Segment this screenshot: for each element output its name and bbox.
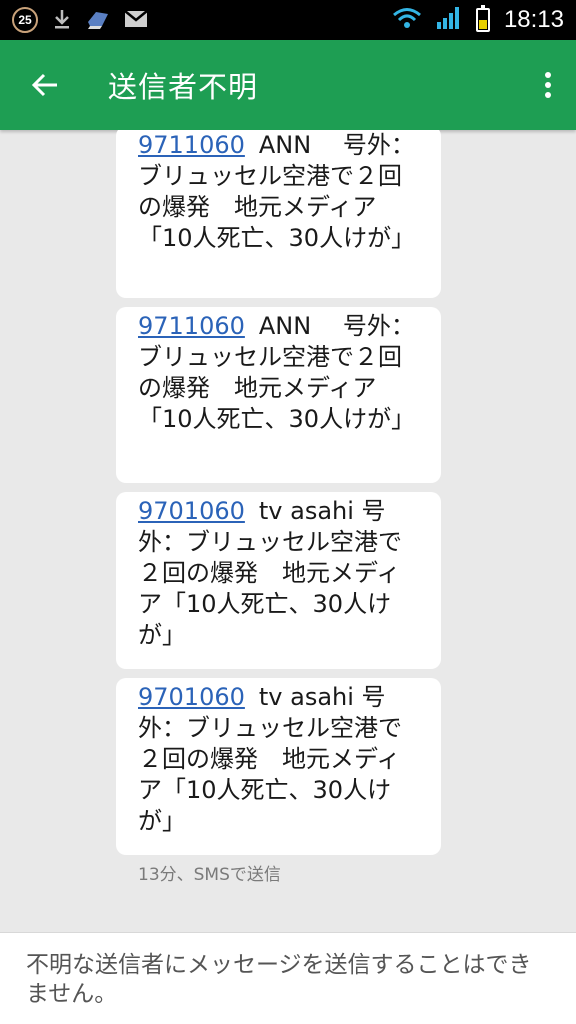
message-bubble[interactable]: 9711060 ANN 号外：ブリュッセル空港で２回の爆発 地元メディア「10人死…: [116, 307, 441, 483]
sender-number-link[interactable]: 9711060: [138, 312, 245, 340]
back-arrow-icon: [31, 73, 57, 97]
status-right: 18:13: [392, 5, 564, 34]
message-list[interactable]: 9711060 ANN 号外：ブリュッセル空港で２回の爆発 地元メディア「10人死…: [0, 130, 576, 932]
battery-icon: [475, 5, 490, 32]
more-vert-dot: [545, 92, 551, 98]
conversation-title: 送信者不明: [108, 70, 259, 104]
notification-count-badge: 25: [12, 7, 38, 33]
message-bubble[interactable]: 9701060 tv asahi 号外：ブリュッセル空港で２回の爆発 地元メディア…: [116, 678, 441, 855]
sender-number-link[interactable]: 9701060: [138, 497, 245, 525]
back-button[interactable]: [0, 40, 90, 130]
more-vert-icon: [545, 72, 551, 78]
message-timestamp: 13分、SMSで送信: [138, 865, 281, 885]
cannot-reply-notice: 不明な送信者にメッセージを送信することはできません。: [0, 932, 576, 1024]
overflow-menu-button[interactable]: [520, 40, 576, 130]
sender-number-link[interactable]: 9711060: [138, 131, 245, 159]
gmail-icon: [124, 9, 148, 32]
message-bubble[interactable]: 9701060 tv asahi 号外：ブリュッセル空港で２回の爆発 地元メディア…: [116, 492, 441, 669]
app-bar: 送信者不明: [0, 40, 576, 130]
app-icon: [86, 8, 110, 33]
status-left: 25: [12, 7, 148, 33]
download-icon: [52, 8, 72, 33]
status-bar: 25 18:13: [0, 0, 576, 40]
more-vert-dot: [545, 82, 551, 88]
battery-level: [478, 20, 487, 29]
wifi-icon: [392, 7, 422, 33]
sender-number-link[interactable]: 9701060: [138, 683, 245, 711]
clock: 18:13: [503, 6, 564, 33]
signal-icon: [436, 6, 462, 34]
message-bubble[interactable]: 9711060 ANN 号外：ブリュッセル空港で２回の爆発 地元メディア「10人死…: [116, 130, 441, 298]
